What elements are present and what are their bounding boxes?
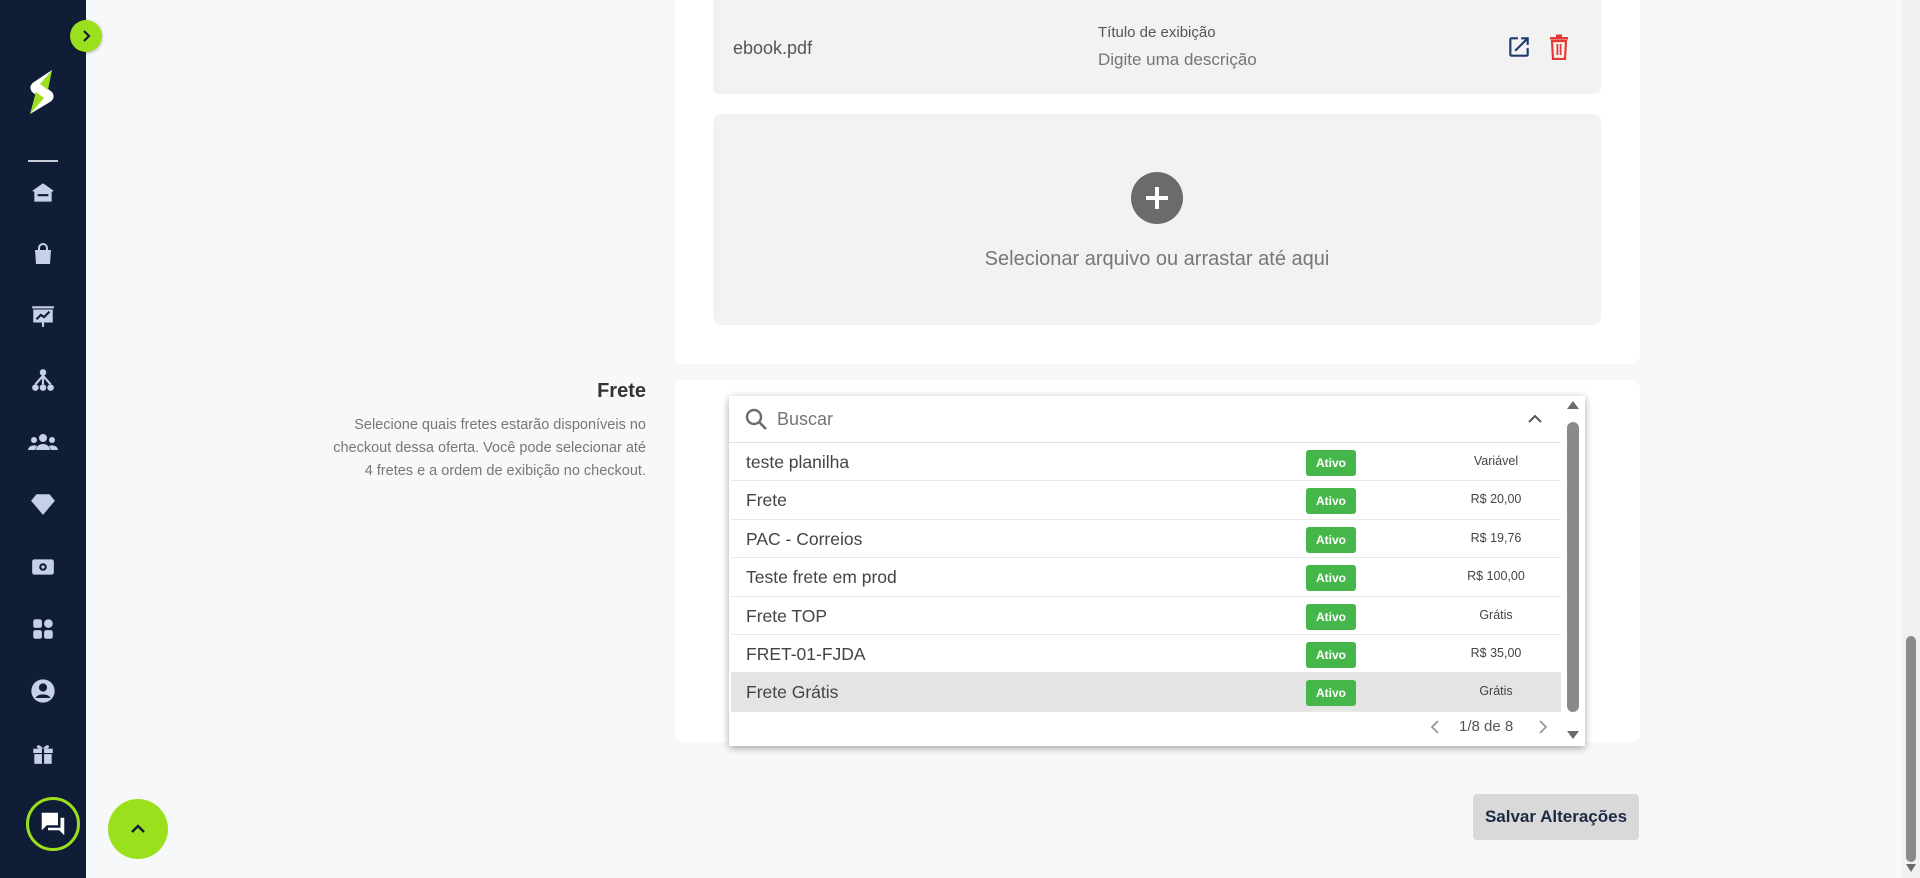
account-circle-icon bbox=[31, 679, 55, 703]
sidebar bbox=[0, 0, 86, 878]
upload-instructions: Selecionar arquivo ou arrastar até aqui bbox=[984, 248, 1330, 270]
option-price: Variável bbox=[1473, 454, 1519, 468]
nav-affiliates[interactable] bbox=[25, 362, 61, 398]
trash-icon[interactable] bbox=[1547, 34, 1571, 60]
dropdown-pagination: 1/8 de 8 bbox=[729, 710, 1561, 744]
status-badge: Ativo bbox=[1306, 680, 1356, 707]
chevron-up-icon bbox=[131, 824, 145, 833]
nav-account[interactable] bbox=[25, 673, 61, 709]
frete-select-dropdown: teste planilha Ativo Variável Frete Ativ… bbox=[729, 396, 1585, 746]
cash-icon bbox=[32, 559, 54, 575]
status-badge: Ativo bbox=[1306, 450, 1356, 476]
nav-apps[interactable] bbox=[25, 611, 61, 647]
status-badge: Ativo bbox=[1306, 603, 1356, 630]
chevron-up-icon[interactable] bbox=[1525, 409, 1545, 429]
scroll-down-arrow-icon[interactable] bbox=[1906, 864, 1916, 872]
option-name: teste planilha bbox=[746, 452, 850, 472]
option-price: R$ 35,00 bbox=[1470, 645, 1522, 660]
file-upload-dropzone[interactable]: Selecionar arquivo ou arrastar até aqui bbox=[713, 114, 1601, 325]
display-title-label: Título de exibição bbox=[1098, 24, 1216, 41]
sidebar-divider bbox=[28, 160, 58, 162]
shopping-bag-icon bbox=[35, 243, 51, 264]
frete-section-title: Frete bbox=[597, 380, 646, 402]
option-name: Teste frete em prod bbox=[746, 567, 897, 588]
nav-home[interactable] bbox=[25, 175, 61, 211]
nav-customers[interactable] bbox=[25, 424, 61, 460]
option-price: Grátis bbox=[1479, 684, 1513, 699]
dropdown-option[interactable]: Teste frete em prod Ativo R$ 100,00 bbox=[731, 558, 1561, 597]
option-price: R$ 100,00 bbox=[1467, 569, 1525, 584]
open-in-new-icon[interactable] bbox=[1506, 34, 1532, 60]
logo-icon bbox=[30, 70, 54, 114]
scroll-to-top-button[interactable] bbox=[108, 799, 168, 859]
option-name: Frete Grátis bbox=[746, 682, 839, 703]
option-name: Frete TOP bbox=[746, 605, 828, 626]
dropdown-option[interactable]: teste planilha Ativo Variável bbox=[731, 443, 1561, 482]
chevron-left-icon[interactable] bbox=[1427, 718, 1443, 736]
dropdown-search-bar bbox=[729, 396, 1561, 443]
page-scrollbar[interactable] bbox=[1902, 0, 1920, 878]
nav-finance[interactable] bbox=[25, 549, 61, 585]
file-row: ebook.pdf Título de exibição bbox=[713, 0, 1601, 94]
dropdown-option-highlighted[interactable]: Frete Grátis Ativo Grátis bbox=[731, 673, 1561, 712]
dropdown-options-list: teste planilha Ativo Variável Frete Ativ… bbox=[731, 443, 1561, 712]
scroll-down-arrow-icon[interactable] bbox=[1566, 730, 1580, 740]
nav-rewards[interactable] bbox=[25, 735, 61, 771]
nav-plans[interactable] bbox=[25, 486, 61, 522]
status-badge: Ativo bbox=[1306, 488, 1356, 515]
dropdown-option[interactable]: PAC - Correios Ativo R$ 19,76 bbox=[731, 520, 1561, 559]
option-name: PAC - Correios bbox=[746, 528, 863, 549]
diamond-icon bbox=[31, 494, 55, 515]
home-icon bbox=[32, 183, 54, 202]
file-name: ebook.pdf bbox=[733, 38, 813, 58]
display-title-input[interactable] bbox=[1098, 50, 1398, 70]
option-price: R$ 19,76 bbox=[1470, 530, 1522, 545]
dropdown-scrollbar[interactable] bbox=[1561, 396, 1585, 746]
gift-icon bbox=[33, 745, 53, 764]
chevron-right-icon bbox=[83, 30, 91, 42]
status-badge: Ativo bbox=[1306, 565, 1356, 592]
status-badge: Ativo bbox=[1306, 526, 1356, 553]
chat-icon bbox=[41, 812, 65, 836]
apps-grid-icon bbox=[33, 619, 53, 639]
network-icon bbox=[32, 369, 54, 391]
search-icon bbox=[745, 408, 767, 430]
add-circle-icon bbox=[1131, 172, 1183, 224]
nav-products[interactable] bbox=[25, 236, 61, 272]
dropdown-search-input[interactable] bbox=[775, 408, 1379, 431]
status-badge: Ativo bbox=[1306, 641, 1356, 668]
dropdown-option[interactable]: Frete Ativo R$ 20,00 bbox=[731, 481, 1561, 520]
chat-button[interactable] bbox=[26, 797, 80, 851]
save-changes-button[interactable]: Salvar Alterações bbox=[1473, 794, 1639, 840]
users-group-icon bbox=[28, 434, 58, 450]
scroll-up-arrow-icon[interactable] bbox=[1566, 400, 1580, 410]
option-name: Frete bbox=[746, 490, 787, 511]
presentation-chart-icon bbox=[32, 306, 54, 327]
dropdown-option[interactable]: Frete TOP Ativo Grátis bbox=[731, 597, 1561, 635]
chevron-right-icon[interactable] bbox=[1535, 718, 1551, 736]
dropdown-scroll-thumb[interactable] bbox=[1567, 422, 1579, 712]
nav-sales[interactable] bbox=[25, 298, 61, 334]
frete-section-description: Selecione quais fretes estarão disponíve… bbox=[333, 417, 646, 479]
page-scroll-thumb[interactable] bbox=[1906, 636, 1916, 862]
dropdown-option[interactable]: FRET-01-FJDA Ativo R$ 35,00 bbox=[731, 635, 1561, 674]
option-price: Grátis bbox=[1479, 607, 1513, 622]
sidebar-expand-button[interactable] bbox=[70, 20, 102, 52]
pagination-status: 1/8 de 8 bbox=[1459, 718, 1514, 735]
option-name: FRET-01-FJDA bbox=[746, 643, 866, 664]
option-price: R$ 20,00 bbox=[1470, 492, 1522, 507]
